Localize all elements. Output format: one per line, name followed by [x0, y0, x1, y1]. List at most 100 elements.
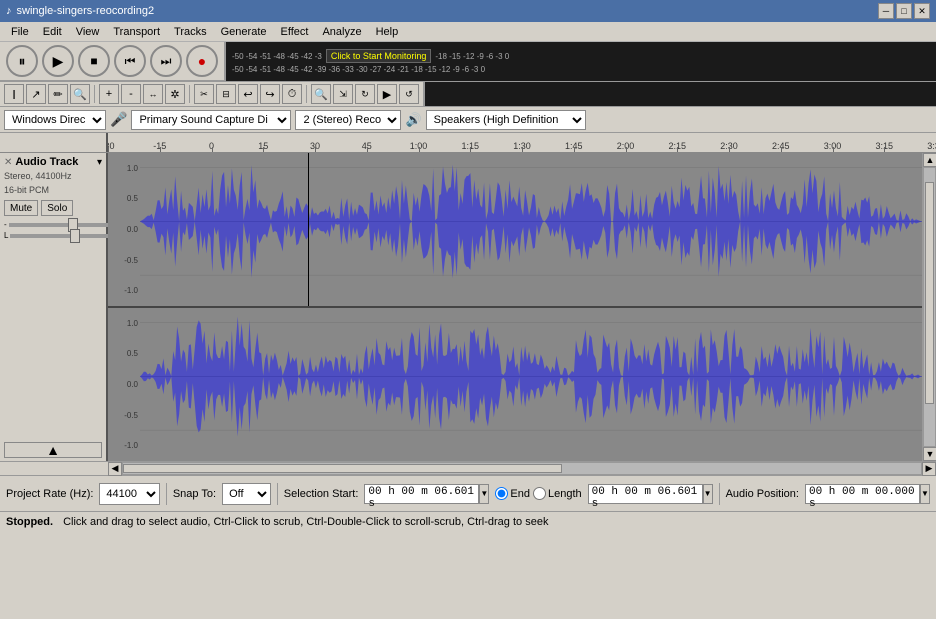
h-scroll-left-button[interactable]: ◀ [108, 462, 122, 476]
minimize-button[interactable]: ─ [878, 3, 894, 19]
play-button[interactable]: ▶ [42, 45, 74, 77]
vertical-scrollbar[interactable]: ▲ ▼ [922, 153, 936, 461]
title-bar-controls: ─ □ ✕ [878, 3, 930, 19]
v-scroll-thumb[interactable] [925, 182, 934, 404]
skip-back-button[interactable]: ⏮ [114, 45, 146, 77]
h-scrollbar[interactable]: ◀ ▶ [108, 462, 936, 475]
redo-button[interactable]: ↪ [260, 84, 280, 104]
pan-slider-row: L R [4, 231, 102, 240]
end-radio-label[interactable]: End [495, 487, 530, 500]
channel-select[interactable]: 2 (Stereo) Reco [295, 110, 401, 130]
bottom-sep3 [719, 483, 720, 505]
track-dropdown-button[interactable]: ▾ [97, 157, 102, 168]
menu-generate[interactable]: Generate [214, 24, 274, 40]
zoom-out-button[interactable]: - [121, 84, 141, 104]
audio-position-label: Audio Position: [726, 488, 799, 500]
v-scroll-up-button[interactable]: ▲ [923, 153, 936, 167]
v-scroll-track[interactable] [923, 167, 936, 447]
waveform-channel-bottom[interactable]: 1.0 0.5 0.0 -0.5 -1.0 [108, 308, 922, 461]
record-button[interactable]: ● [186, 45, 218, 77]
track-title-row: ✕ Audio Track ▾ [4, 156, 102, 168]
menu-tracks[interactable]: Tracks [167, 24, 214, 40]
ruler-tick-mark-13 [781, 147, 782, 152]
pause-button[interactable]: ⏸ [6, 45, 38, 77]
multi-tool-button[interactable]: ✲ [165, 84, 185, 104]
audio-position-display[interactable]: 00 h 00 m 00.000 s [805, 484, 920, 504]
play-btn2[interactable]: ▶ [377, 84, 397, 104]
end-time-display[interactable]: 00 h 00 m 06.601 s [588, 484, 703, 504]
menu-edit[interactable]: Edit [36, 24, 69, 40]
speaker-icon: 🔊 [405, 112, 421, 128]
envelope-tool-button[interactable]: ↗ [26, 84, 46, 104]
ruler-tick-mark-4 [315, 147, 316, 152]
maximize-button[interactable]: □ [896, 3, 912, 19]
ruler-tick-16: 3:30 [927, 141, 936, 151]
ruler-tick-mark-7 [470, 147, 471, 152]
waveform-svg-channel-top[interactable] [140, 153, 922, 290]
track-meta-line1: Stereo, 44100Hz [4, 170, 102, 184]
ruler-tick-mark-11 [677, 147, 678, 152]
mute-button[interactable]: Mute [4, 200, 38, 216]
vu-monitor-button[interactable]: Click to Start Monitoring [326, 49, 432, 63]
output-device-select[interactable]: Speakers (High Definition [426, 110, 586, 130]
tools-separator3 [306, 85, 307, 103]
selection-start-dropdown[interactable]: ▼ [479, 484, 489, 504]
waveform-channel-top[interactable]: 1.0 0.5 0.0 -0.5 -1.0 [108, 153, 922, 308]
skip-forward-button[interactable]: ⏭ [150, 45, 182, 77]
selection-start-input-group: 00 h 00 m 06.601 s ▼ [364, 484, 489, 504]
menu-bar: File Edit View Transport Tracks Generate… [0, 22, 936, 42]
ruler-spacer [0, 133, 108, 152]
gain-minus-label: - [4, 220, 7, 229]
menu-help[interactable]: Help [369, 24, 406, 40]
vu-scale-bottom: -50 -54 -51 -48 -45 -42 -39 -36 -33 -30 … [232, 65, 485, 74]
title-bar-left: ♪ swingle-singers-reocording2 [6, 5, 154, 17]
input-device-select[interactable]: Primary Sound Capture Di [131, 110, 291, 130]
search-button[interactable]: 🔍 [311, 84, 331, 104]
end-radio[interactable] [495, 487, 508, 500]
waveform-svg-channel-bottom[interactable] [140, 308, 922, 445]
stop-button[interactable]: ■ [78, 45, 110, 77]
ruler-tick-mark-0 [108, 147, 109, 152]
draw-tool-button[interactable]: ✏ [48, 84, 68, 104]
fit-button[interactable]: ↔ [143, 84, 163, 104]
length-radio[interactable] [533, 487, 546, 500]
audio-position-dropdown[interactable]: ▼ [920, 484, 930, 504]
selection-start-time[interactable]: 00 h 00 m 06.601 s [364, 484, 479, 504]
tools-separator [94, 85, 95, 103]
h-scroll-right-button[interactable]: ▶ [922, 462, 936, 476]
vu-scale-top-right: -18 -15 -12 -9 -6 -3 0 [435, 52, 509, 61]
loop-button[interactable]: ↻ [355, 84, 375, 104]
zoom-tool-button[interactable]: 🔍 [70, 84, 90, 104]
status-stopped: Stopped. [6, 516, 53, 528]
scrollbar-spacer [0, 462, 108, 475]
zoom-in-button[interactable]: + [99, 84, 119, 104]
selection-tool-button[interactable]: I [4, 84, 24, 104]
snap-select[interactable]: Off [222, 483, 271, 505]
zoom-sel-button[interactable]: ⇲ [333, 84, 353, 104]
menu-transport[interactable]: Transport [106, 24, 167, 40]
ruler-tick-mark-6 [419, 147, 420, 152]
driver-select[interactable]: Windows Direc [4, 110, 106, 130]
end-time-dropdown[interactable]: ▼ [703, 484, 713, 504]
close-button[interactable]: ✕ [914, 3, 930, 19]
edit-tools: I ↗ ✏ 🔍 + - ↔ ✲ ✂ ⊟ ↩ ↪ ⏱ 🔍 ⇲ ↻ [0, 82, 425, 106]
length-radio-label[interactable]: Length [533, 487, 582, 500]
track-collapse-button[interactable]: ▲ [4, 442, 102, 458]
waveform-container[interactable]: 1.0 0.5 0.0 -0.5 -1.0 1.0 0.5 0.0 -0.5 [108, 153, 922, 461]
menu-effect[interactable]: Effect [274, 24, 316, 40]
menu-view[interactable]: View [69, 24, 107, 40]
menu-analyze[interactable]: Analyze [315, 24, 368, 40]
undo-button[interactable]: ↩ [238, 84, 258, 104]
trim-button[interactable]: ✂ [194, 84, 214, 104]
silence-button[interactable]: ⊟ [216, 84, 236, 104]
track-close-button[interactable]: ✕ [4, 157, 12, 168]
project-rate-select[interactable]: 44100 [99, 483, 159, 505]
solo-button[interactable]: Solo [41, 200, 73, 216]
h-scroll-track[interactable] [122, 462, 922, 475]
loop-play-button[interactable]: ↺ [399, 84, 419, 104]
h-scroll-thumb[interactable] [123, 464, 562, 473]
menu-file[interactable]: File [4, 24, 36, 40]
v-scroll-down-button[interactable]: ▼ [923, 447, 936, 461]
sync-button[interactable]: ⏱ [282, 84, 302, 104]
vu-meter-top: -50 -54 -51 -48 -45 -42 -3 Click to Star… [226, 42, 936, 81]
